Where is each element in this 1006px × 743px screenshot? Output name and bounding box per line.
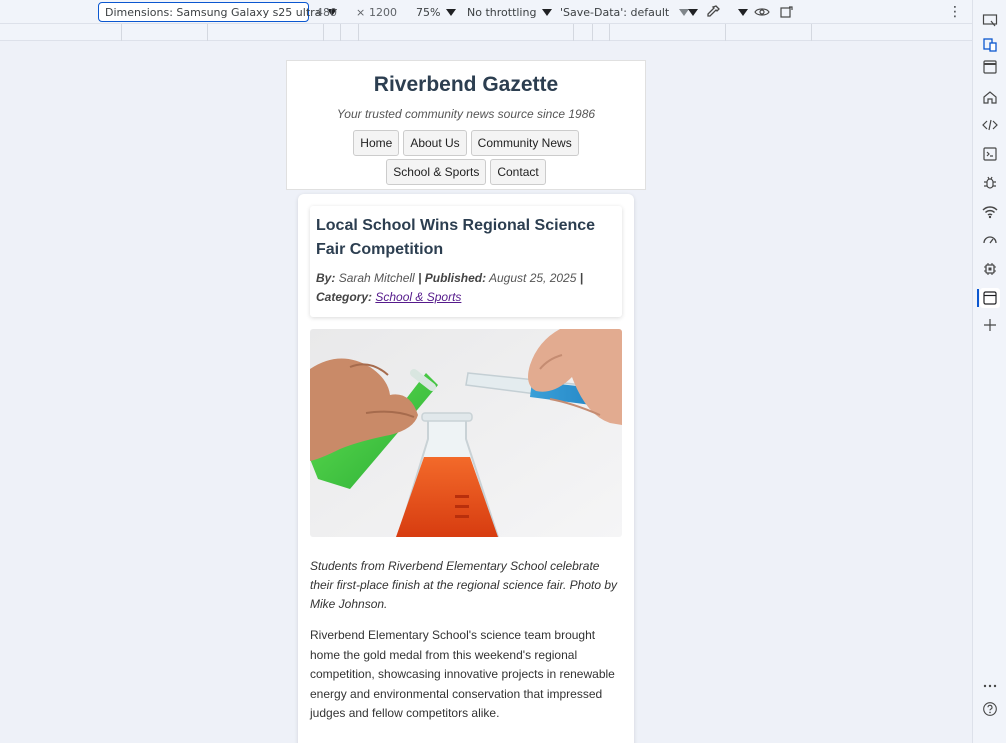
bug-icon[interactable] bbox=[980, 173, 1000, 193]
browser-tab-icon[interactable] bbox=[980, 288, 1000, 308]
zoom-label: 75% bbox=[416, 5, 441, 19]
extra-options-select[interactable] bbox=[682, 0, 698, 24]
article-meta: By: Sarah Mitchell | Published: August 2… bbox=[316, 269, 616, 307]
site-tagline: Your trusted community news source since… bbox=[336, 107, 596, 121]
article-date: August 25, 2025 bbox=[489, 271, 577, 285]
active-panel-marker bbox=[977, 289, 979, 307]
category-link[interactable]: School & Sports bbox=[375, 290, 461, 304]
window-icon[interactable] bbox=[980, 57, 1000, 77]
device-select[interactable]: Dimensions: Samsung Galaxy s25 ultra bbox=[98, 2, 338, 22]
devtools-activity-bar bbox=[972, 0, 1006, 743]
save-data-label: 'Save-Data': default bbox=[560, 5, 670, 19]
device-toolbar-icon[interactable] bbox=[980, 10, 1000, 30]
by-label: By: bbox=[316, 271, 336, 285]
nav-home[interactable]: Home bbox=[353, 130, 400, 156]
nav-community-news[interactable]: Community News bbox=[470, 130, 579, 156]
times-glyph: × bbox=[356, 5, 366, 19]
article-photo bbox=[310, 329, 622, 537]
wifi-icon[interactable] bbox=[980, 202, 1000, 222]
home-icon[interactable] bbox=[980, 87, 1000, 107]
more-options-icon[interactable]: ⋮ bbox=[948, 0, 962, 24]
article-body: Riverbend Elementary School's science te… bbox=[310, 628, 615, 720]
console-icon[interactable] bbox=[980, 144, 1000, 164]
height-input[interactable]: 1200 bbox=[369, 0, 397, 24]
article-header: Local School Wins Regional Science Fair … bbox=[310, 206, 622, 317]
nav-school-sports[interactable]: School & Sports bbox=[386, 159, 487, 185]
article-headline: Local School Wins Regional Science Fair … bbox=[316, 217, 596, 258]
meta-separator: | bbox=[418, 271, 422, 285]
width-input[interactable]: 480 bbox=[316, 0, 337, 24]
nav-about-us[interactable]: About Us bbox=[403, 130, 467, 156]
throttling-select[interactable]: No throttling bbox=[467, 0, 553, 24]
more-icon[interactable] bbox=[980, 676, 1000, 696]
help-icon[interactable] bbox=[980, 699, 1000, 719]
rotate-icon[interactable] bbox=[779, 0, 795, 24]
chevron-down-icon bbox=[738, 8, 748, 16]
chip-icon[interactable] bbox=[980, 259, 1000, 279]
throttling-label: No throttling bbox=[467, 5, 537, 19]
nav-contact[interactable]: Contact bbox=[490, 159, 546, 185]
chevron-down-icon bbox=[446, 8, 457, 16]
site-header: Riverbend Gazette Your trusted community… bbox=[286, 60, 646, 190]
published-label: Published: bbox=[424, 271, 487, 285]
device-toolbar: Dimensions: Samsung Galaxy s25 ultra 480… bbox=[0, 0, 972, 24]
site-title: Riverbend Gazette bbox=[373, 73, 559, 96]
article-card: Local School Wins Regional Science Fair … bbox=[298, 194, 634, 743]
add-icon[interactable] bbox=[980, 315, 1000, 335]
vision-select[interactable] bbox=[732, 0, 748, 24]
device-viewport: Riverbend Gazette Your trusted community… bbox=[286, 60, 646, 743]
save-data-select[interactable]: 'Save-Data': default bbox=[560, 0, 690, 24]
media-query-ruler bbox=[0, 24, 972, 41]
main-nav: Home About Us Community News School & Sp… bbox=[287, 130, 645, 185]
device-label: Dimensions: Samsung Galaxy s25 ultra bbox=[105, 5, 322, 19]
inspect-icon[interactable] bbox=[980, 35, 1000, 55]
code-icon[interactable] bbox=[980, 115, 1000, 135]
meta-separator: | bbox=[579, 271, 584, 285]
category-label: Category: bbox=[316, 290, 373, 304]
eyedropper-icon[interactable] bbox=[705, 0, 721, 24]
photo-caption: Students from Riverbend Elementary Schoo… bbox=[310, 559, 618, 611]
eye-icon[interactable] bbox=[754, 0, 770, 24]
performance-icon[interactable] bbox=[980, 230, 1000, 250]
chevron-down-icon bbox=[542, 8, 553, 16]
chevron-down-icon bbox=[688, 8, 698, 16]
zoom-select[interactable]: 75% bbox=[416, 0, 457, 24]
article-author: Sarah Mitchell bbox=[338, 271, 415, 285]
